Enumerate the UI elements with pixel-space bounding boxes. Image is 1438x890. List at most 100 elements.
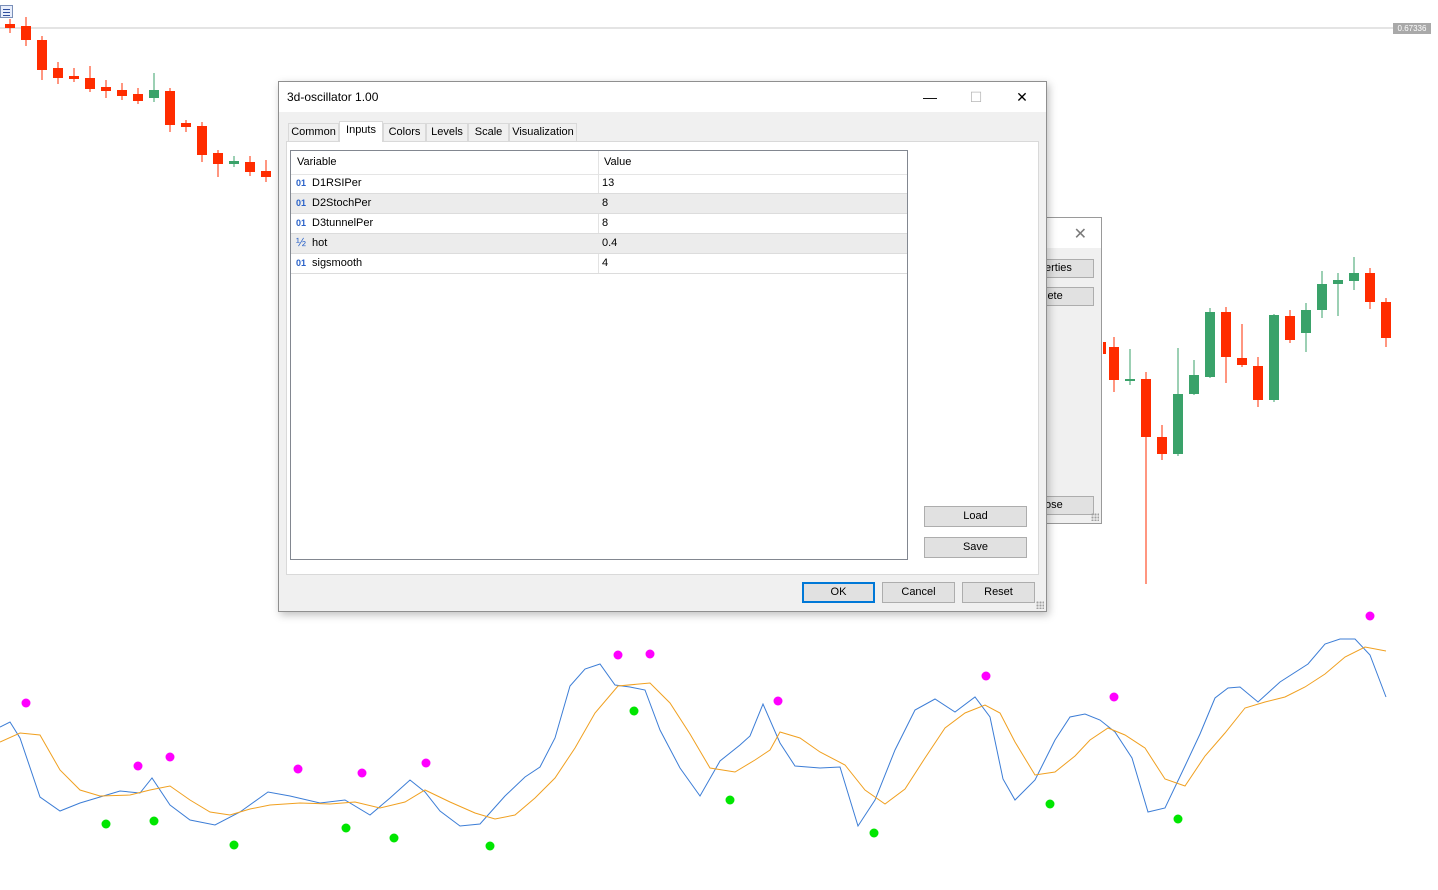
column-header-value[interactable]: Value — [604, 151, 631, 174]
signal-dot — [725, 795, 735, 805]
cancel-button[interactable]: Cancel — [882, 582, 955, 603]
candle-body — [229, 161, 239, 164]
candle-body — [1269, 315, 1279, 400]
candle-body — [1301, 310, 1311, 333]
tab-inputs[interactable]: Inputs — [339, 121, 383, 142]
signal-dot — [341, 823, 351, 833]
signal-dot — [101, 819, 111, 829]
variable-value[interactable]: 8 — [602, 217, 608, 229]
oscillator-subwindow — [0, 611, 1387, 851]
candle-body — [1365, 273, 1375, 302]
signal-dot — [613, 650, 623, 660]
price-axis-label: 0.67336 — [1393, 23, 1431, 34]
variable-value[interactable]: 8 — [602, 197, 608, 209]
variable-name: D3tunnelPer — [312, 217, 374, 229]
table-row[interactable]: 01 sigsmooth 4 — [291, 254, 907, 274]
properties-button[interactable]: erties — [1044, 259, 1094, 278]
candle-body — [1285, 316, 1295, 340]
candle-body — [1157, 437, 1167, 454]
candle-body — [181, 123, 191, 127]
candle-body — [1205, 312, 1215, 377]
dialog-title: 3d-oscillator 1.00 — [287, 90, 379, 104]
candle-body — [213, 153, 223, 164]
slow-line-series — [0, 646, 1387, 820]
integer-type-icon: 01 — [296, 178, 307, 188]
indicators-dialog-titlebar: ✕ — [1044, 218, 1101, 248]
close-icon[interactable]: ✕ — [1074, 224, 1087, 244]
candle-body — [261, 171, 271, 177]
candle-body — [5, 24, 15, 28]
signal-dot — [1045, 799, 1055, 809]
variable-value[interactable]: 0.4 — [602, 237, 617, 249]
inputs-table[interactable]: Variable Value 01 D1RSIPer 13 01 D2Stoch… — [290, 150, 908, 560]
table-row[interactable]: 01 D1RSIPer 13 — [291, 174, 907, 194]
close-button[interactable]: ose — [1044, 496, 1094, 515]
candle-body — [1333, 280, 1343, 284]
tab-visualization[interactable]: Visualization — [509, 123, 577, 141]
signal-dot — [421, 758, 431, 768]
signal-dot — [629, 706, 639, 716]
ok-button[interactable]: OK — [802, 582, 875, 603]
reset-button[interactable]: Reset — [962, 582, 1035, 603]
integer-type-icon: 01 — [296, 198, 307, 208]
candle-body — [197, 126, 207, 155]
table-row[interactable]: ½ hot 0.4 — [291, 234, 907, 254]
candle-body — [1103, 342, 1106, 354]
table-row[interactable]: 01 D3tunnelPer 8 — [291, 214, 907, 234]
signal-dot — [149, 816, 159, 826]
signal-dot — [229, 840, 239, 850]
dialog-titlebar[interactable]: 3d-oscillator 1.00 — ☐ ✕ — [279, 82, 1046, 112]
close-icon[interactable]: ✕ — [999, 82, 1045, 112]
save-button[interactable]: Save — [924, 537, 1027, 558]
candle-body — [1381, 302, 1391, 338]
candle-body — [1237, 358, 1247, 365]
candle-body — [117, 90, 127, 96]
candle-body — [245, 162, 255, 172]
candle-body — [1141, 379, 1151, 437]
signal-dot — [485, 841, 495, 851]
variable-value[interactable]: 4 — [602, 257, 608, 269]
load-button[interactable]: Load — [924, 506, 1027, 527]
signal-dot — [293, 764, 303, 774]
indicators-dialog-background: ✕ erties lete ose — [1044, 217, 1102, 524]
fast-line-series — [0, 638, 1387, 828]
tab-levels[interactable]: Levels — [426, 123, 468, 141]
candle-body — [1109, 347, 1119, 380]
delete-button[interactable]: lete — [1044, 287, 1094, 306]
signal-dot — [773, 696, 783, 706]
column-header-variable[interactable]: Variable — [297, 151, 337, 174]
minimize-icon[interactable]: — — [907, 82, 953, 112]
candle-body — [101, 87, 111, 91]
candle-body — [1189, 375, 1199, 394]
candle-body — [149, 90, 159, 98]
indicator-properties-dialog: 3d-oscillator 1.00 — ☐ ✕ Common Inputs C… — [278, 81, 1047, 612]
table-row[interactable]: 01 D2StochPer 8 — [291, 194, 907, 214]
signal-dot — [389, 833, 399, 843]
integer-type-icon: 01 — [296, 258, 307, 268]
maximize-icon[interactable]: ☐ — [953, 82, 999, 112]
candle-body — [53, 68, 63, 78]
tab-colors[interactable]: Colors — [383, 123, 426, 141]
candle-body — [133, 94, 143, 101]
resize-grip[interactable] — [1036, 601, 1044, 609]
candle-body — [165, 91, 175, 125]
variable-name: D2StochPer — [312, 197, 372, 209]
signal-dot — [981, 671, 991, 681]
integer-type-icon: 01 — [296, 218, 307, 228]
signal-dot — [1365, 611, 1375, 621]
candle-body — [21, 26, 31, 40]
signal-dot — [357, 768, 367, 778]
candle-body — [37, 40, 47, 70]
variable-name: sigsmooth — [312, 257, 363, 269]
tab-common[interactable]: Common — [288, 123, 339, 141]
signal-dot — [1173, 814, 1183, 824]
double-type-icon: ½ — [296, 235, 307, 249]
candle-body — [1317, 284, 1327, 310]
candle-body — [69, 76, 79, 79]
candle-body — [1221, 312, 1231, 357]
signal-dot — [869, 828, 879, 838]
tab-scale[interactable]: Scale — [468, 123, 509, 141]
resize-grip[interactable] — [1091, 513, 1099, 521]
chart-menu-icon[interactable] — [0, 5, 13, 18]
variable-value[interactable]: 13 — [602, 177, 614, 189]
